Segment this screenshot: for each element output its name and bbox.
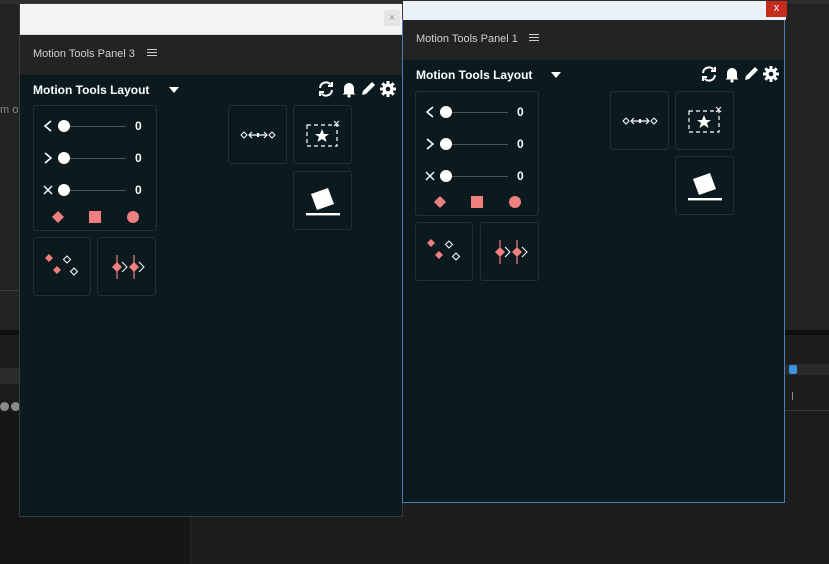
slider-track[interactable] bbox=[64, 158, 126, 159]
cross-icon bbox=[42, 183, 54, 197]
slider-knob[interactable] bbox=[58, 120, 70, 132]
keyframe-markers-icon bbox=[112, 255, 145, 279]
panel-tab-title[interactable]: Motion Tools Panel 1 bbox=[416, 33, 518, 45]
gear-icon[interactable] bbox=[762, 65, 780, 83]
star-selection-button[interactable] bbox=[293, 105, 352, 164]
close-button[interactable]: × bbox=[384, 10, 400, 26]
pencil-icon[interactable] bbox=[359, 80, 377, 98]
panel-tab-title[interactable]: Motion Tools Panel 3 bbox=[33, 48, 135, 60]
slider-row: 0 bbox=[416, 168, 538, 184]
slider-card: 0 0 0 bbox=[33, 105, 157, 231]
background-timeline-row bbox=[0, 368, 20, 384]
scatter-keyframes-button[interactable] bbox=[415, 222, 473, 281]
layout-title[interactable]: Motion Tools Layout bbox=[416, 68, 532, 82]
anchor-button[interactable] bbox=[675, 156, 734, 215]
slider-track[interactable] bbox=[446, 144, 508, 145]
tilted-square-icon bbox=[306, 188, 340, 216]
chevron-right-icon bbox=[424, 137, 436, 151]
distribute-button[interactable] bbox=[228, 105, 287, 164]
panel-window-3: × Motion Tools Panel 3 Motion Tools Layo… bbox=[19, 3, 403, 517]
slider-knob[interactable] bbox=[440, 138, 452, 150]
bell-icon[interactable] bbox=[723, 65, 741, 83]
sync-icon[interactable] bbox=[700, 65, 718, 83]
slider-track[interactable] bbox=[64, 126, 126, 127]
slider-knob[interactable] bbox=[440, 170, 452, 182]
square-shape-icon[interactable] bbox=[88, 210, 102, 224]
chevron-left-icon bbox=[424, 105, 436, 119]
panel-menu-icon[interactable] bbox=[529, 32, 539, 43]
slider-card: 0 0 0 bbox=[415, 91, 539, 216]
diamond-shape-icon[interactable] bbox=[433, 195, 447, 209]
slider-track[interactable] bbox=[446, 112, 508, 113]
slider-knob[interactable] bbox=[58, 184, 70, 196]
panel-menu-icon[interactable] bbox=[147, 47, 157, 58]
close-button[interactable]: x bbox=[766, 1, 787, 17]
slider-knob[interactable] bbox=[58, 152, 70, 164]
star-selection-icon bbox=[306, 120, 340, 147]
toolbar-icons bbox=[317, 80, 401, 98]
layout-title[interactable]: Motion Tools Layout bbox=[33, 83, 149, 97]
distribute-button[interactable] bbox=[610, 91, 669, 150]
slider-value: 0 bbox=[517, 137, 524, 151]
slider-track[interactable] bbox=[64, 190, 126, 191]
shape-buttons bbox=[416, 195, 538, 209]
panel-content: Motion Tools Layout 0 0 0 bbox=[20, 75, 402, 516]
chevron-left-icon bbox=[42, 119, 54, 133]
diamond-distribute-icon bbox=[240, 131, 276, 139]
anchor-button[interactable] bbox=[293, 171, 352, 230]
slider-row: 0 bbox=[416, 136, 538, 152]
diamond-distribute-icon bbox=[622, 117, 658, 125]
background-text-fragment: m o bbox=[0, 104, 19, 116]
panel-window-1: x Motion Tools Panel 1 Motion Tools Layo… bbox=[402, 1, 787, 503]
window-titlebar[interactable]: × bbox=[20, 4, 402, 35]
panel-content: Motion Tools Layout 0 0 0 bbox=[403, 60, 784, 502]
slider-value: 0 bbox=[135, 119, 142, 133]
keyframe-markers-icon bbox=[495, 240, 528, 264]
background-playhead-handle[interactable] bbox=[789, 365, 797, 374]
slider-value: 0 bbox=[517, 169, 524, 183]
keyframe-markers-button[interactable] bbox=[97, 237, 156, 296]
circle-shape-icon[interactable] bbox=[508, 195, 522, 209]
bell-icon[interactable] bbox=[340, 80, 358, 98]
star-selection-icon bbox=[688, 106, 722, 133]
tilted-square-icon bbox=[688, 173, 722, 201]
slider-knob[interactable] bbox=[440, 106, 452, 118]
toggle-icon[interactable] bbox=[0, 402, 9, 411]
keyframe-markers-button[interactable] bbox=[480, 222, 539, 281]
background-time-tick bbox=[792, 392, 793, 400]
slider-row: 0 bbox=[34, 182, 156, 198]
toolbar-icons bbox=[700, 65, 784, 83]
panel-tab-bar: Motion Tools Panel 1 bbox=[403, 20, 784, 60]
slider-row: 0 bbox=[34, 150, 156, 166]
circle-shape-icon[interactable] bbox=[126, 210, 140, 224]
shape-buttons bbox=[34, 210, 156, 224]
pencil-icon[interactable] bbox=[742, 65, 760, 83]
gear-icon[interactable] bbox=[379, 80, 397, 98]
slider-value: 0 bbox=[135, 151, 142, 165]
sync-icon[interactable] bbox=[317, 80, 335, 98]
slider-track[interactable] bbox=[446, 176, 508, 177]
layout-dropdown-icon[interactable] bbox=[551, 72, 561, 78]
layout-dropdown-icon[interactable] bbox=[169, 87, 179, 93]
chevron-right-icon bbox=[42, 151, 54, 165]
background-timeline-line bbox=[785, 410, 829, 411]
diamond-shape-icon[interactable] bbox=[51, 210, 65, 224]
square-shape-icon[interactable] bbox=[470, 195, 484, 209]
scatter-keyframes-icon bbox=[427, 239, 461, 261]
scatter-keyframes-icon bbox=[45, 254, 79, 276]
cross-icon bbox=[424, 169, 436, 183]
slider-value: 0 bbox=[135, 183, 142, 197]
slider-row: 0 bbox=[34, 118, 156, 134]
slider-row: 0 bbox=[416, 104, 538, 120]
panel-tab-bar: Motion Tools Panel 3 bbox=[20, 35, 402, 75]
scatter-keyframes-button[interactable] bbox=[33, 237, 91, 296]
window-titlebar[interactable] bbox=[403, 1, 786, 20]
slider-value: 0 bbox=[517, 105, 524, 119]
star-selection-button[interactable] bbox=[675, 91, 734, 150]
